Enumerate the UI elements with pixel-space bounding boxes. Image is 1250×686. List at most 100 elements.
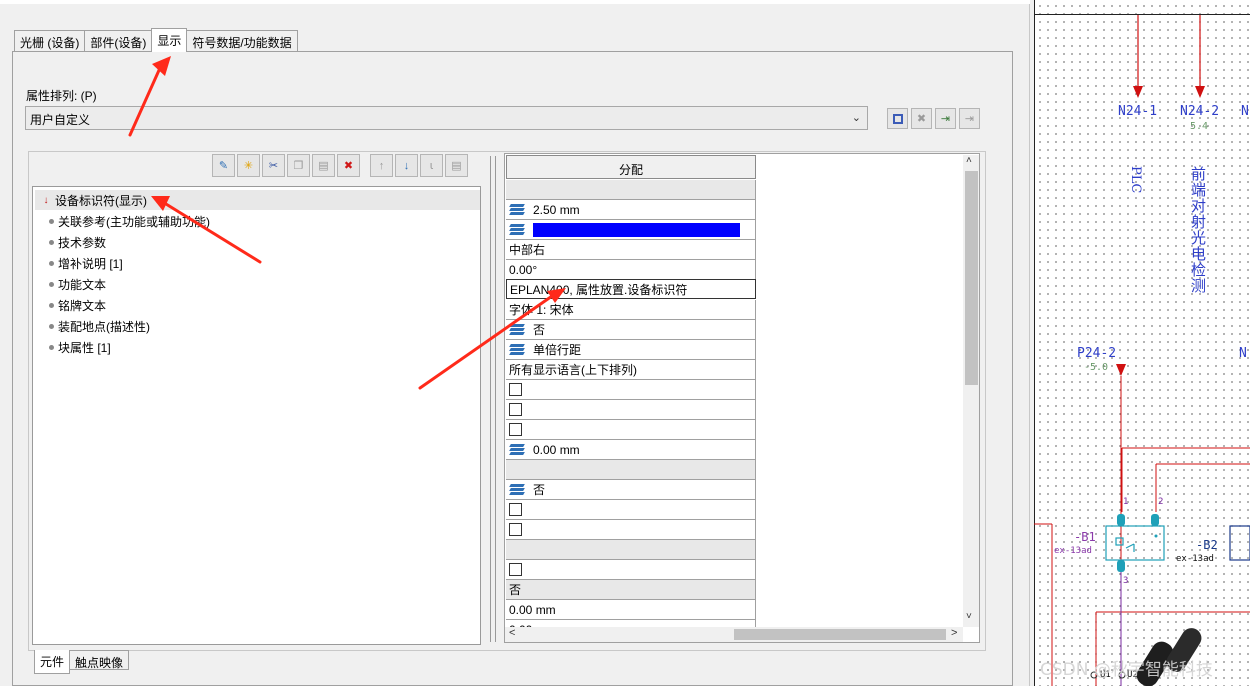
grid-cell[interactable]: [506, 400, 756, 420]
layer-icon: [509, 443, 525, 457]
grid-cell[interactable]: [506, 460, 756, 480]
potential-label[interactable]: N24-2: [1180, 104, 1219, 119]
grid-header[interactable]: 分配: [506, 155, 756, 179]
potential-label[interactable]: P24-2: [1077, 346, 1116, 361]
tree-item[interactable]: 块属性 [1]: [33, 337, 111, 357]
grid-cell[interactable]: 单倍行距: [506, 340, 756, 360]
color-swatch[interactable]: [533, 222, 740, 237]
grid-cell[interactable]: [506, 500, 756, 520]
grid-cell[interactable]: [506, 540, 756, 560]
cross-reference[interactable]: 5.4: [1190, 121, 1208, 132]
pencil-icon[interactable]: ✎: [212, 154, 235, 177]
bullet-icon: [49, 239, 54, 245]
tab-raster-device[interactable]: 光栅 (设备): [14, 30, 86, 51]
merge-icon[interactable]: ▤: [445, 154, 468, 177]
grid-cell-text: 0.00°: [509, 262, 538, 277]
delete-icon[interactable]: ✖: [337, 154, 360, 177]
pin-label: 3: [1123, 576, 1129, 586]
export-icon[interactable]: ⇥: [959, 108, 980, 129]
scroll-left-icon[interactable]: ˂: [509, 627, 515, 639]
tab-contact-image[interactable]: 触点映像: [69, 650, 130, 670]
grid-cell[interactable]: [506, 520, 756, 540]
grid-horizontal-scrollbar[interactable]: ˂ ˃: [505, 627, 963, 642]
scroll-thumb[interactable]: [965, 171, 978, 385]
bullet-icon: [49, 281, 54, 287]
grid-cell-text: 否: [509, 583, 522, 597]
grid-cell[interactable]: [506, 560, 756, 580]
save-icon[interactable]: [887, 108, 908, 129]
potential-label[interactable]: N: [1239, 346, 1247, 361]
tree-item[interactable]: 功能文本: [33, 274, 106, 294]
grid-cell[interactable]: [506, 420, 756, 440]
grid-cell-text: 0.00 mm: [533, 442, 580, 457]
tree-item[interactable]: 装配地点(描述性): [33, 316, 150, 336]
sort-select[interactable]: 用户自定义 ⌄: [25, 106, 868, 130]
tab-part-device[interactable]: 部件(设备): [84, 30, 153, 51]
paste-icon[interactable]: ▤: [312, 154, 335, 177]
property-tree: ↓ 设备标识符(显示) 关联参考(主功能或辅助功能) 技术参数 增补说明 [1]…: [32, 186, 481, 645]
checkbox[interactable]: [509, 403, 522, 416]
scroll-thumb[interactable]: [734, 629, 946, 640]
grid-cell[interactable]: 所有显示语言(上下排列): [506, 360, 756, 380]
potential-label[interactable]: N24-1: [1118, 104, 1157, 119]
checkbox[interactable]: [509, 423, 522, 436]
device-tag[interactable]: -B2: [1196, 538, 1218, 552]
schematic-wiring: [1034, 15, 1250, 686]
tree-item-label: 设备标识符(显示): [55, 193, 147, 208]
panel-splitter[interactable]: [490, 156, 496, 642]
copy-icon[interactable]: ❐: [287, 154, 310, 177]
device-type: ex-13ad: [1054, 546, 1092, 556]
pin-label: 1: [1123, 497, 1129, 507]
grid-cell-text: EPLAN400, 属性放置.设备标识符: [510, 282, 688, 297]
grid-cell[interactable]: 否: [506, 320, 756, 340]
delete-icon[interactable]: ✖: [911, 108, 932, 129]
grid-cell[interactable]: 0.00 mm: [506, 600, 756, 620]
grid-cell[interactable]: 0.00 mm: [506, 440, 756, 460]
grid-cell[interactable]: 否: [506, 480, 756, 500]
potential-label[interactable]: N: [1241, 104, 1249, 119]
new-icon[interactable]: ✳: [237, 154, 260, 177]
grid-cell[interactable]: 0.00°: [506, 260, 756, 280]
tree-item-label: 块属性 [1]: [58, 340, 111, 355]
tab-symbol-function-data[interactable]: 符号数据/功能数据: [186, 30, 298, 51]
grid-cell[interactable]: 字体 1: 宋体: [506, 300, 756, 320]
sort-label: 属性排列: (P): [26, 89, 97, 103]
split-icon[interactable]: ⍳: [420, 154, 443, 177]
grid-cell[interactable]: 否: [506, 580, 756, 600]
tree-item[interactable]: 铭牌文本: [33, 295, 106, 315]
tab-component[interactable]: 元件: [34, 650, 71, 674]
checkbox[interactable]: [509, 523, 522, 536]
tree-item[interactable]: 增补说明 [1]: [33, 253, 123, 273]
grid-cell[interactable]: 2.50 mm: [506, 200, 756, 220]
up-arrow-icon[interactable]: ↑: [370, 154, 393, 177]
down-arrow-icon[interactable]: ↓: [395, 154, 418, 177]
checkbox[interactable]: [509, 383, 522, 396]
scroll-up-icon[interactable]: ˄: [966, 155, 972, 166]
scroll-down-icon[interactable]: ˅: [966, 611, 972, 622]
cross-reference[interactable]: -5.0: [1084, 362, 1108, 373]
tab-display[interactable]: 显示: [151, 28, 188, 52]
grid-vertical-scrollbar[interactable]: ˄ ˅: [963, 155, 979, 627]
grid-cell-color[interactable]: [506, 220, 756, 240]
tree-item-label: 技术参数: [58, 235, 107, 250]
checkbox[interactable]: [509, 503, 522, 516]
tree-item-device-tag[interactable]: ↓ 设备标识符(显示): [35, 190, 480, 210]
layer-icon: [509, 203, 525, 217]
tree-item[interactable]: 关联参考(主功能或辅助功能): [33, 211, 210, 231]
scroll-right-icon[interactable]: ˃: [951, 627, 957, 639]
schematic-canvas[interactable]: N24-1 N24-2 N 5.4 PLC 前端对射光电检测 P24-2 -5.…: [1034, 0, 1250, 686]
grid-cell[interactable]: [506, 380, 756, 400]
grid-cell[interactable]: [506, 180, 756, 200]
bullet-icon: [49, 260, 54, 266]
grid-cell-format[interactable]: EPLAN400, 属性放置.设备标识符: [506, 279, 756, 299]
import-icon[interactable]: ⇥: [935, 108, 956, 129]
grid-cell[interactable]: 中部右: [506, 240, 756, 260]
device-type: ex-13ad: [1176, 554, 1214, 564]
tree-item[interactable]: 技术参数: [33, 232, 106, 252]
checkbox[interactable]: [509, 563, 522, 576]
properties-dialog: 光栅 (设备) 部件(设备) 显示 符号数据/功能数据 属性排列: (P) 用户…: [0, 0, 1030, 686]
cut-icon[interactable]: ✂: [262, 154, 285, 177]
device-tag[interactable]: -B1: [1074, 530, 1096, 544]
bullet-icon: [49, 323, 54, 329]
title-strip: [0, 0, 1030, 4]
